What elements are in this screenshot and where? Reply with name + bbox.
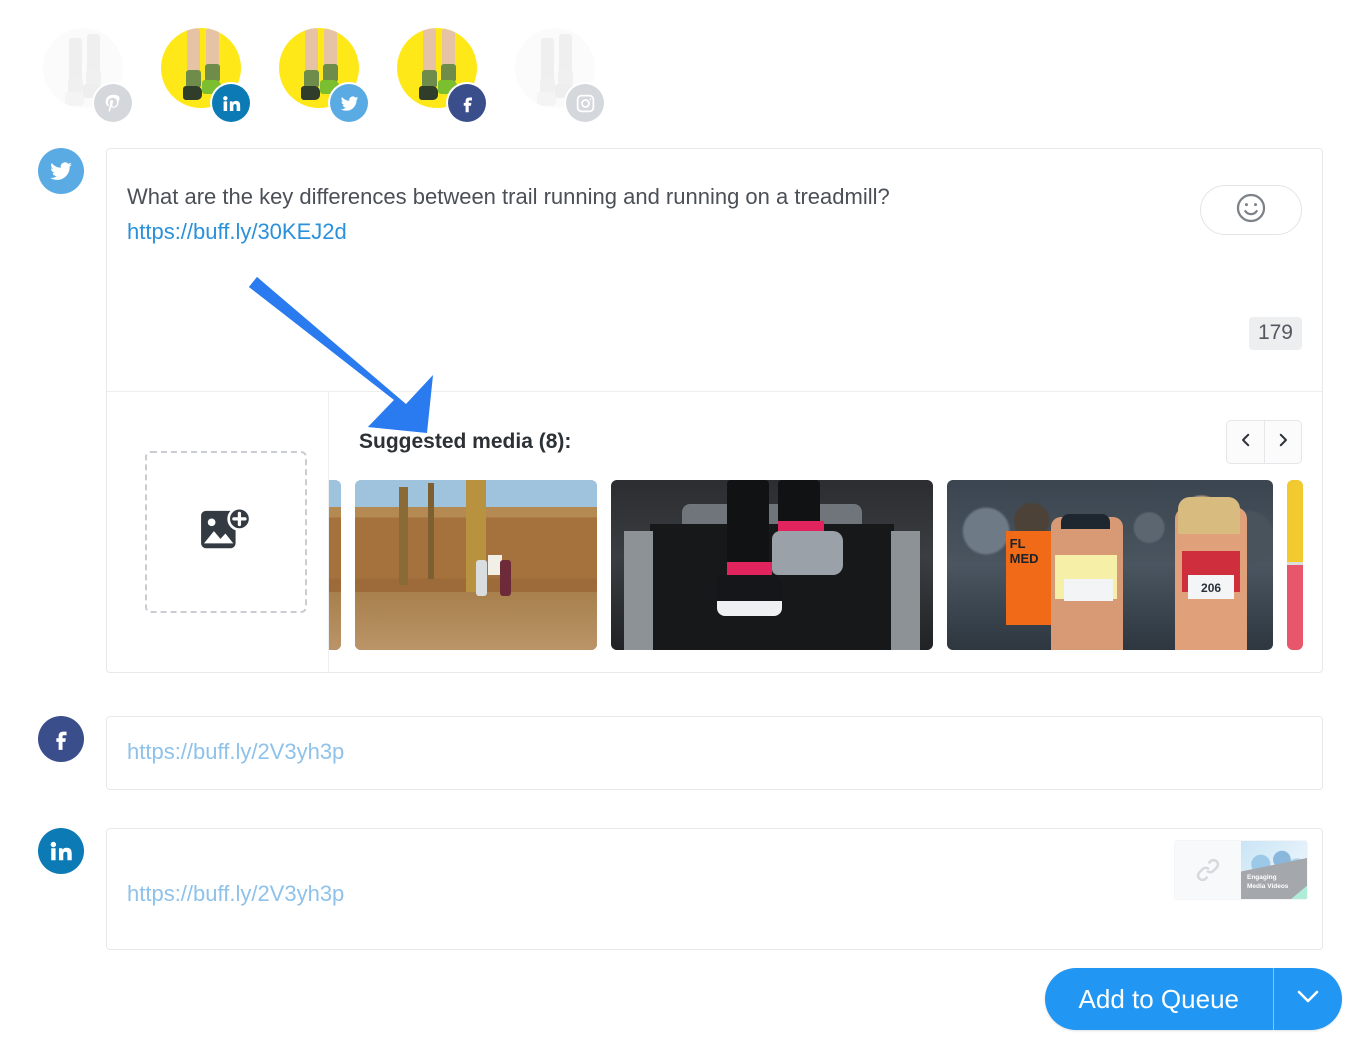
composer-footer: Add to Queue (1044, 968, 1342, 1030)
character-counter: 179 (1248, 317, 1302, 350)
upload-media-button[interactable] (144, 451, 307, 613)
twitter-text-area[interactable]: What are the key differences between tra… (107, 149, 1322, 247)
facebook-post-link: https://buff.ly/2V3yh3p (127, 739, 345, 764)
twitter-composer-row: What are the key differences between tra… (38, 148, 1323, 673)
add-to-queue-button[interactable]: Add to Queue (1044, 968, 1342, 1030)
twitter-composer[interactable]: What are the key differences between tra… (106, 148, 1323, 673)
twitter-icon (38, 148, 84, 194)
thumb-race-runners[interactable]: FL MED 206 (947, 480, 1273, 650)
composer-page: What are the key differences between tra… (0, 0, 1360, 1052)
linkedin-icon (38, 828, 84, 874)
thumb-partial-left[interactable] (329, 480, 341, 650)
chevron-down-icon (1295, 989, 1321, 1010)
facebook-composer[interactable]: https://buff.ly/2V3yh3p (106, 716, 1323, 790)
facebook-icon (38, 716, 84, 762)
facebook-composer-row: https://buff.ly/2V3yh3p (38, 716, 1323, 790)
thumb-treadmill-shoes[interactable] (611, 480, 933, 650)
media-area: Suggested media (8): FL MED 206 (107, 391, 1322, 672)
instagram-icon (566, 84, 604, 122)
carousel-prev-button[interactable] (1226, 420, 1264, 464)
twitter-icon (330, 84, 368, 122)
link-icon (1175, 841, 1241, 899)
upload-cell (107, 392, 329, 672)
add-image-icon (199, 506, 253, 558)
facebook-profile[interactable] (394, 24, 486, 124)
suggested-media-header: Suggested media (8): (359, 420, 1302, 464)
pinterest-profile[interactable] (40, 24, 132, 124)
post-text: What are the key differences between tra… (127, 184, 890, 209)
facebook-icon (448, 84, 486, 122)
suggested-media-panel: Suggested media (8): FL MED 206 (329, 392, 1322, 672)
pinterest-icon (94, 84, 132, 122)
instagram-profile[interactable] (512, 24, 604, 124)
chevron-right-icon (1274, 431, 1292, 454)
media-thumbnail-list: FL MED 206 (329, 480, 1303, 650)
suggested-media-title: Suggested media (8): (359, 430, 572, 453)
media-carousel-nav (1226, 420, 1302, 464)
emoji-picker-button[interactable] (1200, 185, 1302, 235)
linkedin-profile[interactable] (158, 24, 250, 124)
post-link[interactable]: https://buff.ly/30KEJ2d (127, 216, 1202, 247)
add-to-queue-label[interactable]: Add to Queue (1045, 968, 1274, 1030)
linkedin-post-link: https://buff.ly/2V3yh3p (127, 881, 345, 906)
carousel-next-button[interactable] (1264, 420, 1302, 464)
link-preview-thumbnail: Engaging Media Videos (1241, 841, 1307, 899)
race-bib-number: 206 (1201, 580, 1222, 595)
chevron-left-icon (1237, 431, 1255, 454)
add-to-queue-dropdown[interactable] (1274, 968, 1342, 1030)
race-vest-text: FL MED (1009, 536, 1039, 566)
thumb-partial-right[interactable] (1287, 480, 1303, 650)
profile-selector (40, 24, 604, 124)
smiley-icon (1234, 191, 1268, 230)
twitter-profile[interactable] (276, 24, 368, 124)
linkedin-icon (212, 84, 250, 122)
thumb-trail-runners[interactable] (355, 480, 597, 650)
link-preview[interactable]: Engaging Media Videos (1174, 840, 1308, 900)
link-preview-caption: Engaging Media Videos (1247, 873, 1289, 891)
linkedin-composer-row: https://buff.ly/2V3yh3p Engaging Media Vi… (38, 828, 1323, 950)
linkedin-composer[interactable]: https://buff.ly/2V3yh3p Engaging Media Vi… (106, 828, 1323, 950)
